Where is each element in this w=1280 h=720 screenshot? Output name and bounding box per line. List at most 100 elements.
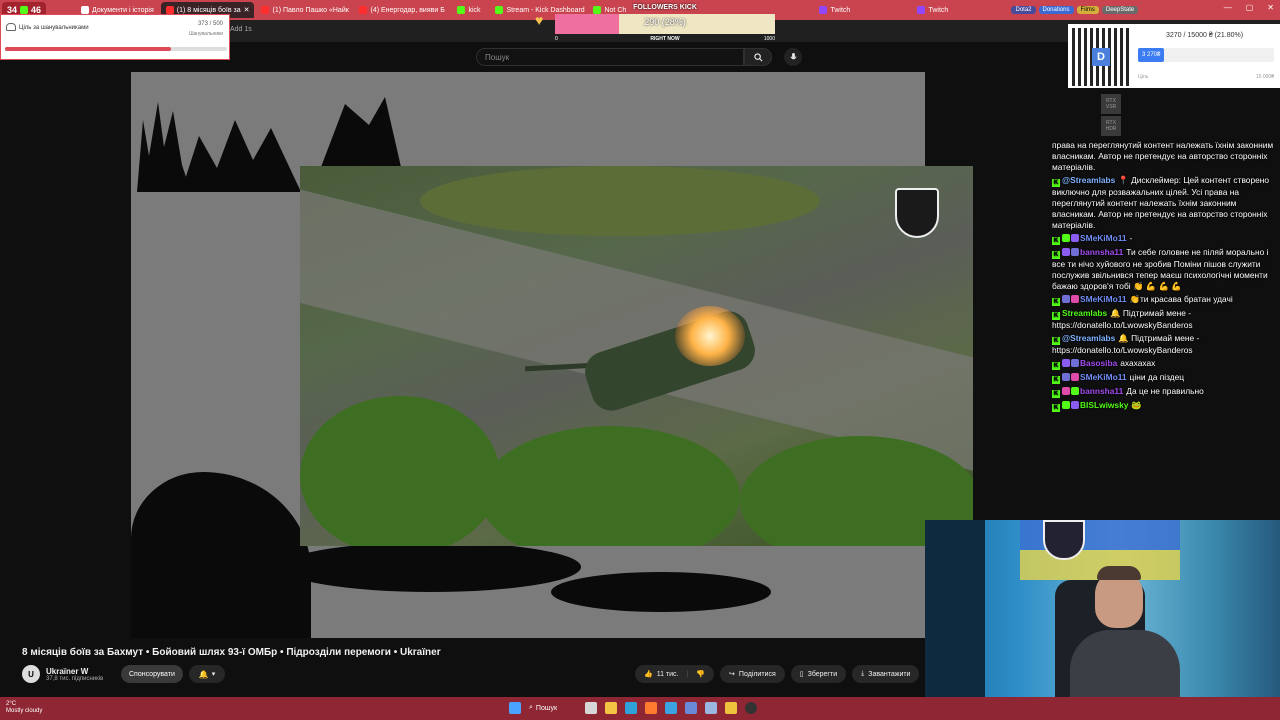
kick-badge-icon: K [1052, 376, 1060, 384]
goal-count: 373 / 500 [197, 21, 223, 27]
tab-favicon [81, 6, 90, 14]
download-icon: ⤓ [861, 670, 865, 677]
footage-bush [480, 426, 740, 546]
task-view-icon[interactable] [585, 702, 598, 714]
video-footage [300, 166, 973, 546]
chevron-down-icon: ▾ [211, 671, 216, 678]
bookmark-dota2[interactable]: Dota2 [1011, 6, 1036, 14]
chat-username[interactable]: BISLwiwsky [1080, 400, 1128, 410]
tab-3[interactable]: (4) Енергодар, вияви Б [354, 2, 450, 18]
maximize-icon[interactable]: ▢ [1246, 3, 1254, 12]
save-label: Зберегти [807, 670, 838, 678]
taskbar-search[interactable]: ⌕ Пошук [529, 704, 557, 712]
chrome-icon[interactable] [725, 702, 738, 714]
close-window-icon[interactable]: ✕ [1267, 3, 1274, 12]
footage-bush [300, 396, 500, 546]
chat-message: K @Streamlabs 🔔 Підтримай мене - https://d… [1052, 333, 1278, 356]
chat-badge-icon [1071, 295, 1079, 303]
chat-badge-icon [1071, 387, 1079, 395]
search-icon [753, 52, 762, 61]
chat-username[interactable]: SMeKiMo11 [1080, 233, 1127, 243]
chat-text: ціни да піздец [1129, 372, 1185, 382]
explosion [675, 306, 745, 366]
video-bottom-blot [281, 542, 581, 592]
youtube-icon [165, 6, 174, 14]
thumbs-down-icon[interactable]: 👎 [696, 670, 705, 678]
search-icon: ⌕ [529, 704, 533, 711]
minimize-icon[interactable]: — [1224, 3, 1232, 12]
chat-username[interactable]: Streamlabs [1062, 308, 1107, 318]
divider: | [686, 670, 689, 678]
chat-overlay: права на переглянутий контент належать ї… [1052, 140, 1278, 414]
chat-username[interactable]: SMeKiMo11 [1080, 372, 1127, 382]
donation-label: Ціль [1138, 74, 1149, 80]
tab-2[interactable]: (1) Павло Пашко «Найк [256, 2, 352, 18]
voice-search-button[interactable] [784, 48, 802, 66]
tab-7[interactable]: Twitch [814, 2, 910, 18]
search-bar: Пошук [476, 48, 776, 66]
share-icon: ↪ [729, 671, 735, 678]
channel-avatar[interactable]: U [22, 665, 40, 683]
channel-name[interactable]: Ukraїner W [46, 667, 103, 676]
chat-badge-icon [1062, 248, 1070, 256]
chat-text: права на переглянутий контент належать ї… [1052, 140, 1274, 172]
weather-temp: 2°C [6, 701, 17, 707]
followers-widget: ♥ FOLLOWERS KICK 290 (28%) 0 RIGHT NOW 1… [535, 4, 775, 42]
tab-label: (1) Павло Пашко «Найк [272, 6, 349, 14]
taskbar-search-label: Пошук [535, 704, 558, 712]
like-button[interactable]: 👍 11 тис. | 👎 [635, 665, 715, 683]
subscriber-count: 37,8 тис. підписників [46, 675, 104, 682]
app-icon[interactable] [685, 702, 698, 714]
chat-text: - [1129, 233, 1133, 243]
fans-icon [6, 23, 16, 31]
chat-username[interactable]: bannsha11 [1080, 247, 1123, 257]
fan-goal-widget: Ціль за шанувальниками 373 / 500 Шанувал… [0, 14, 230, 60]
tab-4[interactable]: kick [452, 2, 488, 18]
donation-goal-widget: D 3270 / 15000 ₴ (21.80%) 3 270₴ Ціль 15… [1068, 24, 1280, 88]
edge-icon[interactable] [625, 702, 638, 714]
store-icon[interactable] [705, 702, 718, 714]
sponsor-button[interactable]: Спонсорувати [121, 665, 183, 683]
notifications-button[interactable]: 🔔 ▾ [189, 665, 225, 683]
tab-label: Twitch [928, 6, 949, 14]
chat-username[interactable]: SMeKiMo11 [1080, 294, 1127, 304]
chat-username[interactable]: @Streamlabs [1062, 333, 1115, 343]
download-label: Завантажити [868, 670, 911, 678]
chat-badge-icon [1071, 373, 1079, 381]
chat-badge-icon [1071, 401, 1079, 409]
windows-taskbar: 2°C Mostly cloudy ⌕ Пошук [0, 697, 1280, 720]
kick-badge-icon: K [1052, 390, 1060, 398]
chat-message: K @Streamlabs 📍 Дисклеймер: Цей контент ст… [1052, 175, 1278, 231]
weather-desc: Mostly cloudy [6, 708, 43, 714]
thumbs-up-icon: 👍 [644, 671, 653, 678]
donation-max: 15 000₴ [1255, 74, 1274, 80]
chat-username[interactable]: @Streamlabs [1062, 175, 1115, 185]
weather-widget[interactable]: 2°C Mostly cloudy [6, 701, 42, 715]
tab-label: (1) 8 місяців боїв за [176, 6, 241, 14]
save-button[interactable]: ▯ Зберегти [790, 665, 847, 683]
file-explorer-icon[interactable] [605, 702, 618, 714]
followers-heading: FOLLOWERS KICK [633, 4, 697, 11]
bookmark-donations[interactable]: Donations [1038, 6, 1074, 14]
firefox-icon[interactable] [645, 702, 658, 714]
telegram-icon[interactable] [665, 702, 678, 714]
followers-value: 290 (28%) [644, 17, 686, 27]
close-icon[interactable]: ✕ [244, 6, 250, 14]
obs-icon[interactable] [745, 702, 758, 714]
search-input[interactable]: Пошук [476, 48, 744, 66]
search-button[interactable] [744, 48, 772, 66]
chat-text: 🐸 [1131, 400, 1142, 410]
bookmark-films[interactable]: Films [1076, 6, 1099, 14]
download-button[interactable]: ⤓ Завантажити [852, 665, 920, 683]
chat-username[interactable]: bannsha11 [1080, 386, 1123, 396]
rtx-vsr-badge: RTX VSR [1101, 94, 1121, 114]
webcam-person-hair [1097, 566, 1141, 580]
tab-8[interactable]: Twitch [912, 2, 1008, 18]
chat-text: Да це не правильно [1126, 386, 1204, 396]
windows-start-icon[interactable] [509, 702, 521, 714]
bookmark-deepstate[interactable]: DeepState [1101, 6, 1139, 14]
share-button[interactable]: ↪ Поділитися [720, 665, 785, 683]
address-fragment[interactable]: Add 1s [230, 26, 252, 33]
goal-title: Ціль за шанувальниками [19, 25, 89, 31]
chat-username[interactable]: Basosiba [1080, 358, 1117, 368]
